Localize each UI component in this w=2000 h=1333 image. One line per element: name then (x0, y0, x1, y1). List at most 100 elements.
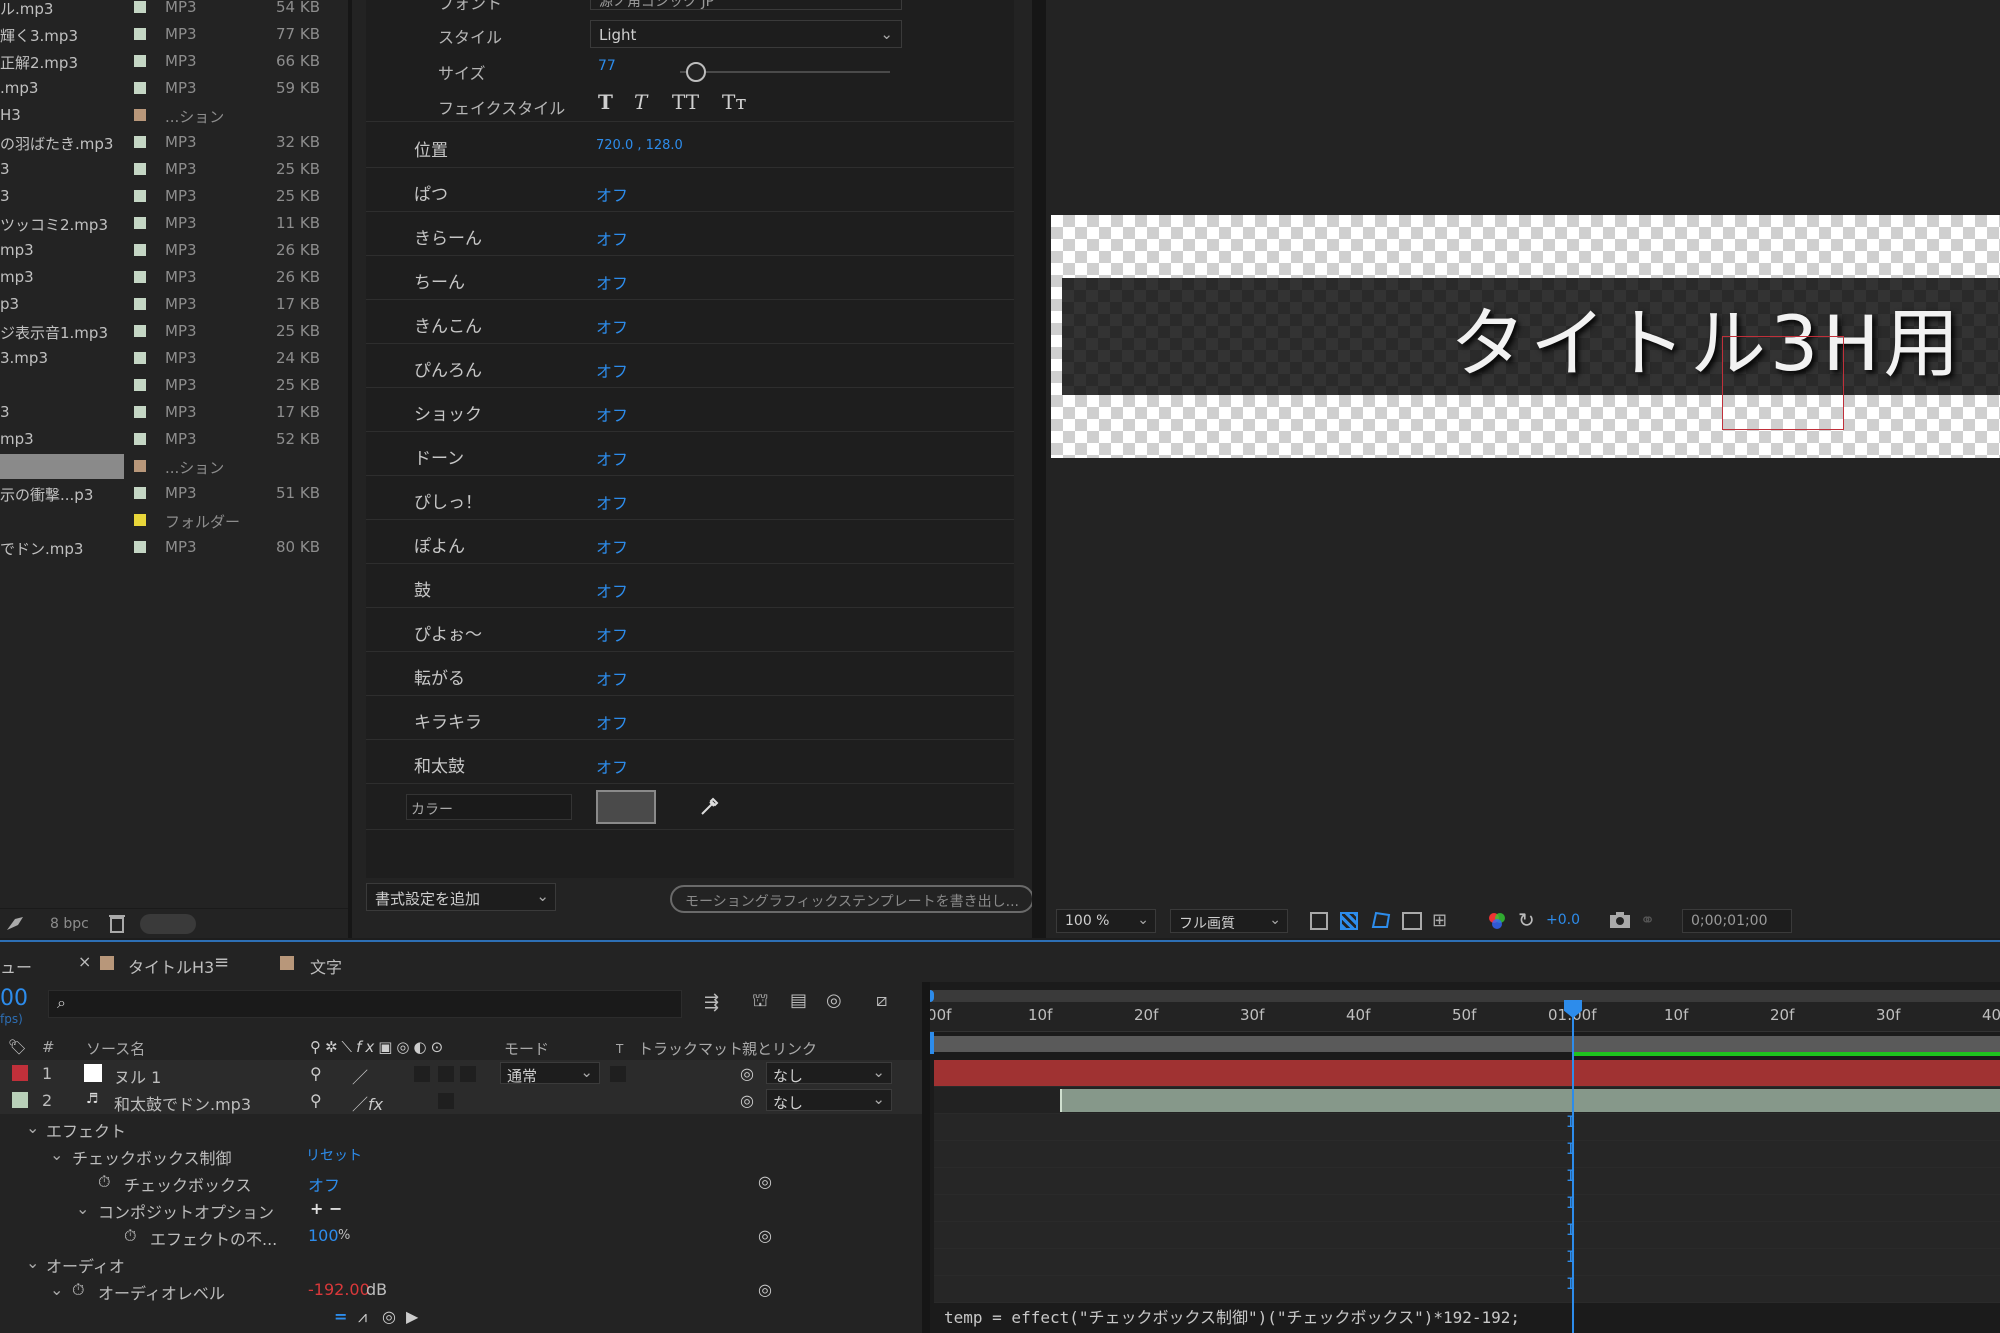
column-mode[interactable]: モード (504, 1038, 549, 1059)
tab-moji[interactable]: 文字 (310, 954, 342, 978)
label-color-swatch[interactable] (134, 298, 146, 310)
property-row[interactable]: ⌄ エフェクト (0, 1114, 922, 1141)
column-track-matte[interactable]: トラックマット (638, 1038, 743, 1059)
interpret-footage-icon[interactable] (4, 913, 26, 935)
switch-box[interactable] (414, 1066, 430, 1082)
project-item[interactable]: ツッコミ2.mp3 MP3 11 KB (0, 210, 325, 237)
expression-editor[interactable]: temp = effect("チェックボックス制御")("チェックボックス")*… (944, 1304, 1520, 1328)
preserve-transparency-toggle[interactable] (610, 1066, 626, 1082)
pickwhip-icon[interactable]: ◎ (758, 1280, 772, 1299)
layer-1-duration-bar[interactable] (934, 1060, 2000, 1087)
exposure-value[interactable]: +0.0 (1546, 912, 1580, 928)
label-color-swatch[interactable] (134, 244, 146, 256)
label-color-swatch[interactable] (134, 190, 146, 202)
add-format-dropdown[interactable]: 書式設定を追加 ⌄ (366, 883, 556, 911)
project-item[interactable]: MP3 25 KB (0, 372, 325, 399)
label-color-swatch[interactable] (134, 109, 146, 121)
layer-2-duration-bar[interactable] (1060, 1089, 2000, 1112)
faux-bold-button[interactable]: T (598, 90, 613, 114)
audio-levels-value[interactable]: -192.00 (308, 1280, 370, 1299)
expression-graph-icon[interactable]: ⩘ (358, 1307, 367, 1327)
property-toggle-value[interactable]: オフ (596, 314, 628, 338)
eyedropper-icon[interactable] (698, 794, 722, 818)
label-color-swatch[interactable] (134, 325, 146, 337)
checkbox-value[interactable]: オフ (308, 1172, 340, 1196)
project-item[interactable]: 示の衝撃...p3 MP3 51 KB (0, 480, 325, 507)
size-slider-thumb[interactable] (686, 62, 706, 82)
switch-box[interactable] (438, 1066, 454, 1082)
property-toggle-value[interactable]: オフ (596, 666, 628, 690)
label-color-swatch[interactable] (134, 541, 146, 553)
project-item[interactable]: の羽ばたき.mp3 MP3 32 KB (0, 129, 325, 156)
size-slider-track[interactable] (680, 71, 890, 73)
comp-flowchart-icon[interactable]: ⇶ (704, 992, 719, 1013)
panel-divider[interactable] (922, 982, 930, 1333)
add-remove-mask-controls[interactable]: + − (310, 1199, 342, 1218)
tab-title-h3[interactable]: タイトルH3 (128, 954, 214, 978)
project-item[interactable]: mp3 MP3 26 KB (0, 237, 325, 264)
property-toggle-value[interactable]: オフ (596, 754, 628, 778)
layer-search-input[interactable]: ⌕ (48, 990, 682, 1018)
layer-row[interactable]: 2 ♬ 和太鼓でドン.mp3 ⚲ ／fx ◎ なし ⌄ (0, 1087, 922, 1114)
property-toggle-value[interactable]: オフ (596, 446, 628, 470)
property-row[interactable]: ⏱ チェックボックス オフ ◎ (0, 1168, 922, 1195)
layer-label-color[interactable] (12, 1092, 28, 1108)
resolution-dropdown[interactable]: フル画質 ⌄ (1170, 909, 1288, 933)
layer-name[interactable]: 和太鼓でドン.mp3 (114, 1091, 251, 1115)
faux-italic-button[interactable]: T (634, 90, 647, 114)
effects-switch-icon[interactable]: ／fx (352, 1091, 383, 1115)
mask-visibility-icon[interactable] (1370, 910, 1392, 930)
label-color-swatch[interactable] (134, 82, 146, 94)
project-item[interactable]: でドン.mp3 MP3 80 KB (0, 534, 325, 561)
project-item[interactable]: フォルダー (0, 507, 325, 534)
chevron-down-icon[interactable]: ⌄ (50, 1145, 63, 1164)
switch-box[interactable] (460, 1066, 476, 1082)
work-area-bar[interactable] (934, 1036, 2000, 1052)
layer-name[interactable]: ヌル 1 (114, 1064, 161, 1088)
project-item[interactable]: 3 MP3 25 KB (0, 156, 325, 183)
reset-exposure-icon[interactable]: ↻ (1518, 908, 1535, 932)
region-of-interest-icon[interactable] (1402, 912, 1422, 930)
reset-link[interactable]: リセット (306, 1145, 362, 1165)
chevron-down-icon[interactable]: ⌄ (26, 1118, 39, 1137)
property-row[interactable]: ⌄ コンポジットオプション + − (0, 1195, 922, 1222)
small-caps-button[interactable]: Tт (722, 90, 746, 114)
property-toggle-value[interactable]: オフ (596, 226, 628, 250)
property-toggle-value[interactable]: オフ (596, 402, 628, 426)
transparency-grid-toggle-icon[interactable] (1340, 912, 1358, 930)
blend-mode-dropdown[interactable]: 通常 ⌄ (500, 1062, 600, 1085)
stopwatch-icon[interactable]: ⏱ (98, 1172, 110, 1192)
close-icon[interactable]: × (78, 952, 91, 971)
property-toggle-value[interactable]: オフ (596, 534, 628, 558)
channel-icon[interactable] (1486, 910, 1508, 932)
property-toggle-value[interactable]: オフ (596, 710, 628, 734)
project-item[interactable]: .mp3 MP3 59 KB (0, 75, 325, 102)
stopwatch-icon[interactable]: ⏱ (124, 1226, 136, 1246)
grid-guides-icon[interactable]: ⊞ (1432, 910, 1447, 931)
property-row[interactable]: ⏱ エフェクトの不... 100 % ◎ (0, 1222, 922, 1249)
label-color-swatch[interactable] (134, 379, 146, 391)
thumbnail-slider[interactable] (140, 914, 196, 934)
label-color-swatch[interactable] (134, 433, 146, 445)
project-item[interactable]: ジ表示音1.mp3 MP3 25 KB (0, 318, 325, 345)
project-item[interactable]: H3 ...ション (0, 102, 325, 129)
panel-divider[interactable] (1032, 0, 1046, 938)
project-item[interactable]: 3.mp3 MP3 24 KB (0, 345, 325, 372)
pickwhip-icon[interactable]: ◎ (758, 1226, 772, 1245)
all-caps-button[interactable]: TT (672, 90, 699, 114)
shy-switch-icon[interactable]: ⚲ (310, 1091, 322, 1110)
fast-preview-icon[interactable] (1310, 912, 1328, 930)
project-item[interactable]: ...ション (0, 453, 325, 480)
switch-box[interactable] (438, 1093, 454, 1109)
label-color-swatch[interactable] (134, 1, 146, 13)
parent-dropdown[interactable]: なし ⌄ (766, 1089, 892, 1112)
bit-depth-button[interactable]: 8 bpc (50, 916, 89, 932)
expression-language-menu-icon[interactable]: ▶ (406, 1307, 418, 1326)
position-value[interactable]: 720.0 , 128.0 (596, 138, 683, 153)
color-swatch[interactable] (596, 790, 656, 824)
chevron-down-icon[interactable]: ⌄ (76, 1199, 89, 1218)
label-color-swatch[interactable] (134, 217, 146, 229)
project-item[interactable]: 輝く3.mp3 MP3 77 KB (0, 21, 325, 48)
label-color-swatch[interactable] (134, 460, 146, 472)
font-dropdown[interactable]: 源ノ角ゴシック JP (590, 0, 902, 10)
